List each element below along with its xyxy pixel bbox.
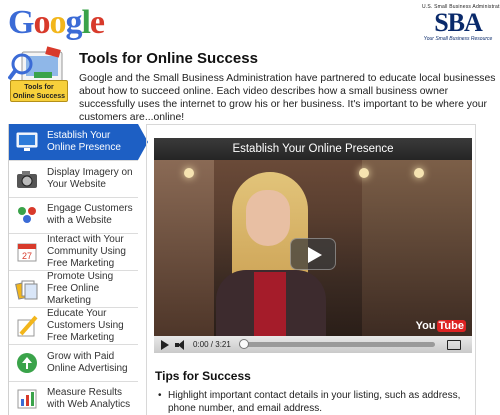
tips-heading: Tips for Success	[155, 369, 251, 383]
video-player[interactable]: Establish Your Online Presence You Tube 0…	[154, 138, 472, 353]
google-logo: Google	[8, 4, 105, 41]
intro-paragraph: Google and the Small Business Administra…	[79, 73, 496, 123]
salon-background	[362, 160, 472, 336]
documents-icon	[15, 280, 38, 300]
google-logo-letter: G	[8, 4, 34, 41]
sidebar-item-label: Establish Your Online Presence	[47, 129, 121, 153]
fullscreen-icon[interactable]	[447, 339, 461, 350]
sidebar-item-label: Educate Your Customers Using Free Market…	[47, 307, 124, 343]
sidebar-item-label: Engage Customers with a Website	[47, 203, 133, 227]
sidebar-item-promote-free[interactable]: Promote Using Free Online Marketing	[9, 271, 138, 308]
sidebar-item-interact-community[interactable]: 27 Interact with Your Community Using Fr…	[9, 234, 138, 272]
lamp-light	[184, 168, 194, 178]
youtube-logo-you: You	[415, 320, 436, 332]
calendar-icon: 27	[17, 243, 37, 262]
progress-bar[interactable]	[239, 339, 435, 349]
google-logo-letter: l	[81, 4, 91, 41]
video-controls: 0:00 / 3:21	[154, 336, 472, 353]
analytics-icon	[17, 389, 37, 409]
tools-badge-label: Tools for Online Success	[10, 80, 68, 102]
youtube-logo-tube: Tube	[436, 320, 466, 332]
sidebar-item-display-imagery[interactable]: Display Imagery on Your Website	[9, 160, 138, 198]
badge-label-line2: Online Success	[12, 93, 66, 100]
page-title: Tools for Online Success	[79, 50, 258, 67]
badge-label-line1: Tools for	[24, 84, 54, 91]
sidebar-item-label: Display Imagery on Your Website	[47, 166, 133, 190]
monitor-icon	[16, 132, 38, 151]
youtube-logo[interactable]: You Tube	[416, 320, 466, 332]
sidebar-item-establish-presence[interactable]: Establish Your Online Presence	[9, 124, 148, 161]
sidebar-item-label: Interact with Your Community Using Free …	[47, 234, 126, 270]
topic-sidebar: Establish Your Online Presence Display I…	[8, 124, 148, 415]
svg-text:27: 27	[22, 251, 32, 261]
play-overlay-button[interactable]	[290, 238, 336, 270]
sidebar-item-engage-customers[interactable]: Engage Customers with a Website	[9, 197, 138, 235]
sidebar-item-measure-results[interactable]: Measure Results with Web Analytics	[9, 381, 138, 415]
sba-logo: U.S. Small Business Administration SBA Y…	[422, 4, 500, 50]
presenter-face	[246, 190, 290, 246]
google-logo-letter: o	[33, 4, 50, 41]
video-thumbnail[interactable]: You Tube	[154, 160, 472, 336]
lamp-light	[414, 168, 424, 178]
volume-icon[interactable]	[175, 340, 187, 350]
salon-background	[154, 160, 214, 336]
sidebar-item-label: Grow with Paid Online Advertising	[47, 350, 128, 374]
sidebar-item-educate-customers[interactable]: Educate Your Customers Using Free Market…	[9, 308, 138, 345]
lamp-light	[359, 168, 369, 178]
pencil-icon	[17, 315, 38, 337]
google-logo-letter: e	[89, 4, 105, 41]
camera-icon	[17, 170, 37, 188]
sba-wordmark: SBA	[434, 8, 483, 37]
sidebar-item-grow-paid[interactable]: Grow with Paid Online Advertising	[9, 344, 138, 382]
google-logo-letter: g	[65, 4, 82, 41]
tip-item: Highlight important contact details in y…	[158, 389, 468, 415]
video-time: 0:00 / 3:21	[193, 340, 231, 349]
sidebar-item-label: Measure Results with Web Analytics	[47, 387, 131, 411]
progress-scrubber[interactable]	[239, 339, 249, 349]
growth-icon	[17, 352, 37, 373]
sidebar-item-label: Promote Using Free Online Marketing	[47, 271, 114, 307]
presenter-top	[254, 272, 286, 336]
play-icon[interactable]	[161, 339, 169, 350]
people-icon	[18, 207, 36, 224]
sba-tagline: Your Small Business Resource	[423, 36, 493, 42]
video-title: Establish Your Online Presence	[154, 138, 472, 160]
google-logo-letter: o	[49, 4, 66, 41]
